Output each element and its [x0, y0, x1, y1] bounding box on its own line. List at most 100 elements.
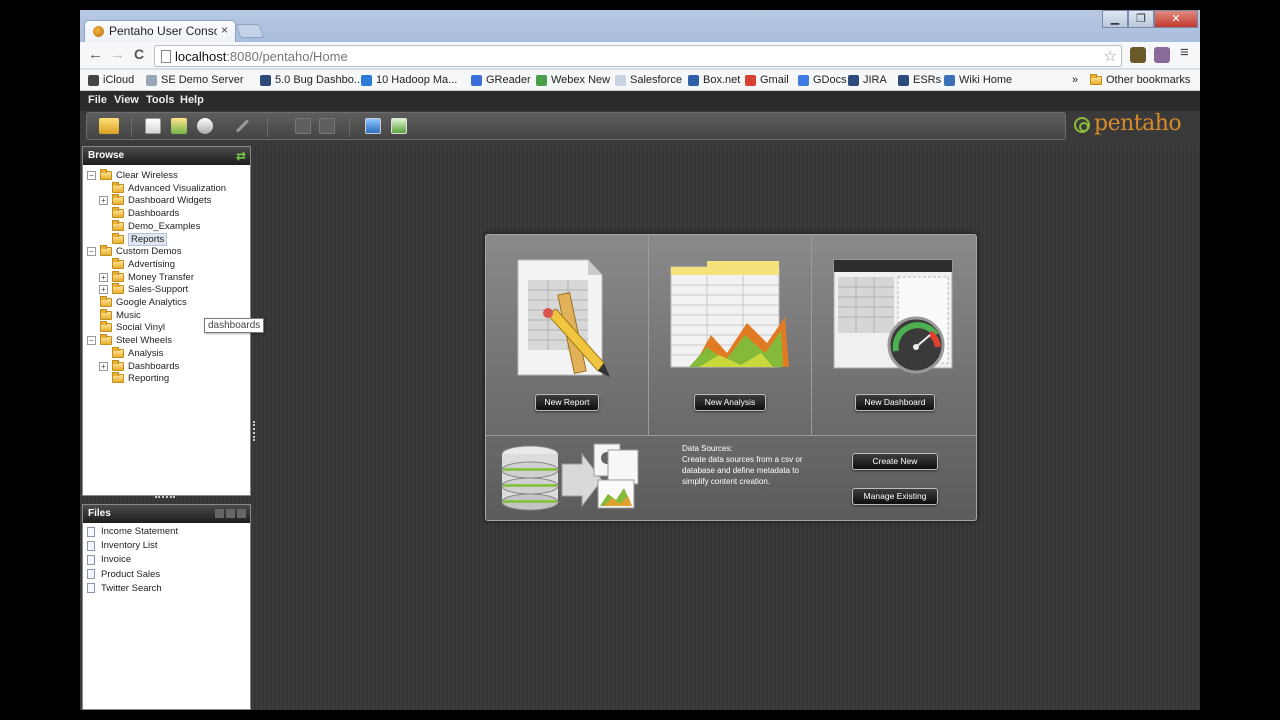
tree-node[interactable]: Demo_Examples: [99, 219, 201, 233]
tree-node[interactable]: − Steel Wheels: [87, 334, 172, 347]
file-item[interactable]: Inventory List: [87, 540, 158, 551]
tree-node[interactable]: Dashboards: [99, 207, 179, 220]
open-folder-icon[interactable]: [99, 118, 119, 134]
tab-close-icon[interactable]: ×: [221, 23, 228, 37]
document-icon: [87, 540, 95, 551]
new-dashboard-icon[interactable]: [197, 118, 213, 134]
tree-node[interactable]: Reports: [99, 232, 168, 246]
launch-panel: New Report New Analysis New Dashboard Da…: [485, 234, 977, 521]
workspace-icon[interactable]: [391, 118, 407, 134]
close-window-button[interactable]: ✕: [1154, 10, 1198, 28]
files-panel: Files Income Statement Inventory List Invo…: [82, 504, 251, 710]
detail-view-icon[interactable]: [226, 509, 235, 518]
bookmark-label: Wiki Home: [959, 74, 1013, 86]
tree-node[interactable]: Social Vinyl: [87, 321, 165, 334]
file-item[interactable]: Twitter Search: [87, 583, 162, 594]
new-dashboard-button[interactable]: New Dashboard: [855, 394, 935, 411]
dashboard-illustration-icon: [833, 259, 953, 374]
reload-icon[interactable]: C: [134, 46, 144, 62]
expand-icon[interactable]: +: [99, 196, 108, 206]
browser-toggle-icon[interactable]: [365, 118, 381, 134]
tree-node-label: Demo_Examples: [128, 220, 201, 232]
tree-node[interactable]: + Money Transfer: [99, 270, 194, 284]
bookmark-item[interactable]: ESRs: [898, 74, 941, 86]
new-report-button[interactable]: New Report: [535, 394, 599, 411]
datasource-desc: Create data sources from a csv or databa…: [682, 455, 803, 486]
datasource-title: Data Sources:: [682, 444, 733, 453]
list-view-icon[interactable]: [215, 509, 224, 518]
menu-icon[interactable]: ≡: [1180, 44, 1196, 61]
workspace: Browse ⇄ − Clear Wireless Advanced Visuali…: [80, 145, 1200, 710]
docs-icon: [798, 74, 809, 86]
bookmark-item[interactable]: 5.0 Bug Dashbo...: [260, 74, 363, 86]
expand-icon[interactable]: +: [99, 285, 108, 295]
new-tab-button[interactable]: [235, 24, 265, 38]
panel-resize-handle[interactable]: [155, 496, 175, 500]
collapse-icon[interactable]: −: [87, 171, 96, 180]
tree-node[interactable]: Advanced Visualization: [99, 181, 226, 195]
bookmark-label: Box.net: [703, 74, 741, 86]
new-analysis-icon[interactable]: [171, 118, 187, 134]
edit-pencil-icon[interactable]: [235, 119, 250, 133]
bookmarks-overflow-icon[interactable]: »: [1072, 74, 1078, 86]
tree-node[interactable]: − Clear Wireless: [87, 169, 178, 182]
file-item[interactable]: Income Statement: [87, 526, 178, 537]
tree-node[interactable]: + Dashboard Widgets: [99, 194, 211, 207]
bookmark-item[interactable]: Box.net: [688, 74, 740, 86]
create-new-button[interactable]: Create New: [852, 453, 938, 470]
bookmark-item[interactable]: Wiki Home: [944, 74, 1012, 86]
forward-arrow-icon[interactable]: →: [110, 46, 125, 63]
manage-existing-button[interactable]: Manage Existing: [852, 488, 938, 505]
tree-node[interactable]: Advertising: [99, 257, 175, 271]
bookmark-item[interactable]: GReader: [471, 74, 531, 86]
bookmark-item[interactable]: SE Demo Server: [146, 74, 244, 86]
tree-node[interactable]: + Dashboards: [99, 359, 179, 373]
tree-node[interactable]: − Custom Demos: [87, 245, 181, 258]
new-analysis-tile[interactable]: New Analysis: [649, 235, 812, 435]
bookmark-item[interactable]: GDocs: [798, 74, 847, 86]
tree-node[interactable]: + Sales-Support: [99, 283, 188, 296]
minimize-button[interactable]: ▁: [1102, 10, 1128, 28]
vertical-splitter-handle[interactable]: [253, 421, 256, 441]
menu-file[interactable]: File: [88, 94, 107, 106]
tree-node[interactable]: Analysis: [99, 346, 163, 360]
bookmark-star-icon[interactable]: ☆: [1104, 47, 1117, 65]
bookmark-item[interactable]: Webex New: [536, 74, 610, 86]
tree-node[interactable]: Google Analytics: [87, 296, 187, 309]
bookmark-item[interactable]: JIRA: [848, 74, 887, 86]
address-bar[interactable]: localhost:8080/pentaho/Home ☆: [154, 45, 1122, 67]
folder-icon: [100, 334, 112, 346]
extension-icon[interactable]: [1154, 47, 1170, 63]
tree-node[interactable]: Music: [87, 308, 141, 322]
save-icon[interactable]: [295, 118, 311, 134]
collapse-icon[interactable]: −: [87, 336, 96, 346]
other-bookmarks-folder[interactable]: Other bookmarks: [1090, 73, 1191, 86]
new-analysis-button[interactable]: New Analysis: [694, 394, 766, 411]
pentaho-console: File View Tools Help pentaho Browse ⇄ − …: [80, 91, 1200, 710]
file-item[interactable]: Invoice: [87, 554, 131, 565]
grid-view-icon[interactable]: [237, 509, 246, 518]
expand-icon[interactable]: +: [99, 272, 108, 282]
file-item[interactable]: Product Sales: [87, 569, 160, 580]
expand-icon[interactable]: +: [99, 361, 108, 371]
maximize-button[interactable]: ❐: [1128, 10, 1154, 28]
bookmark-item[interactable]: Salesforce: [615, 74, 682, 86]
menu-help[interactable]: Help: [180, 94, 204, 106]
new-dashboard-tile[interactable]: New Dashboard: [812, 235, 975, 435]
bookmark-item[interactable]: Gmail: [745, 74, 789, 86]
extension-icon[interactable]: [1130, 47, 1146, 63]
back-arrow-icon[interactable]: ←: [88, 46, 103, 63]
menu-tools[interactable]: Tools: [146, 94, 175, 106]
new-report-icon[interactable]: [145, 118, 161, 134]
bookmark-item[interactable]: iCloud: [88, 74, 134, 86]
other-bookmarks-label: Other bookmarks: [1106, 74, 1191, 86]
refresh-icon[interactable]: ⇄: [236, 149, 246, 163]
collapse-icon[interactable]: −: [87, 247, 96, 257]
tree-node[interactable]: Reporting: [99, 372, 169, 385]
menu-view[interactable]: View: [114, 94, 139, 106]
bookmark-item[interactable]: 10 Hadoop Ma...: [361, 74, 457, 86]
new-report-tile[interactable]: New Report: [486, 235, 649, 435]
view-mode-icons: [215, 509, 246, 518]
browser-tab[interactable]: Pentaho User Consol ×: [84, 20, 236, 42]
save-as-icon[interactable]: [319, 118, 335, 134]
